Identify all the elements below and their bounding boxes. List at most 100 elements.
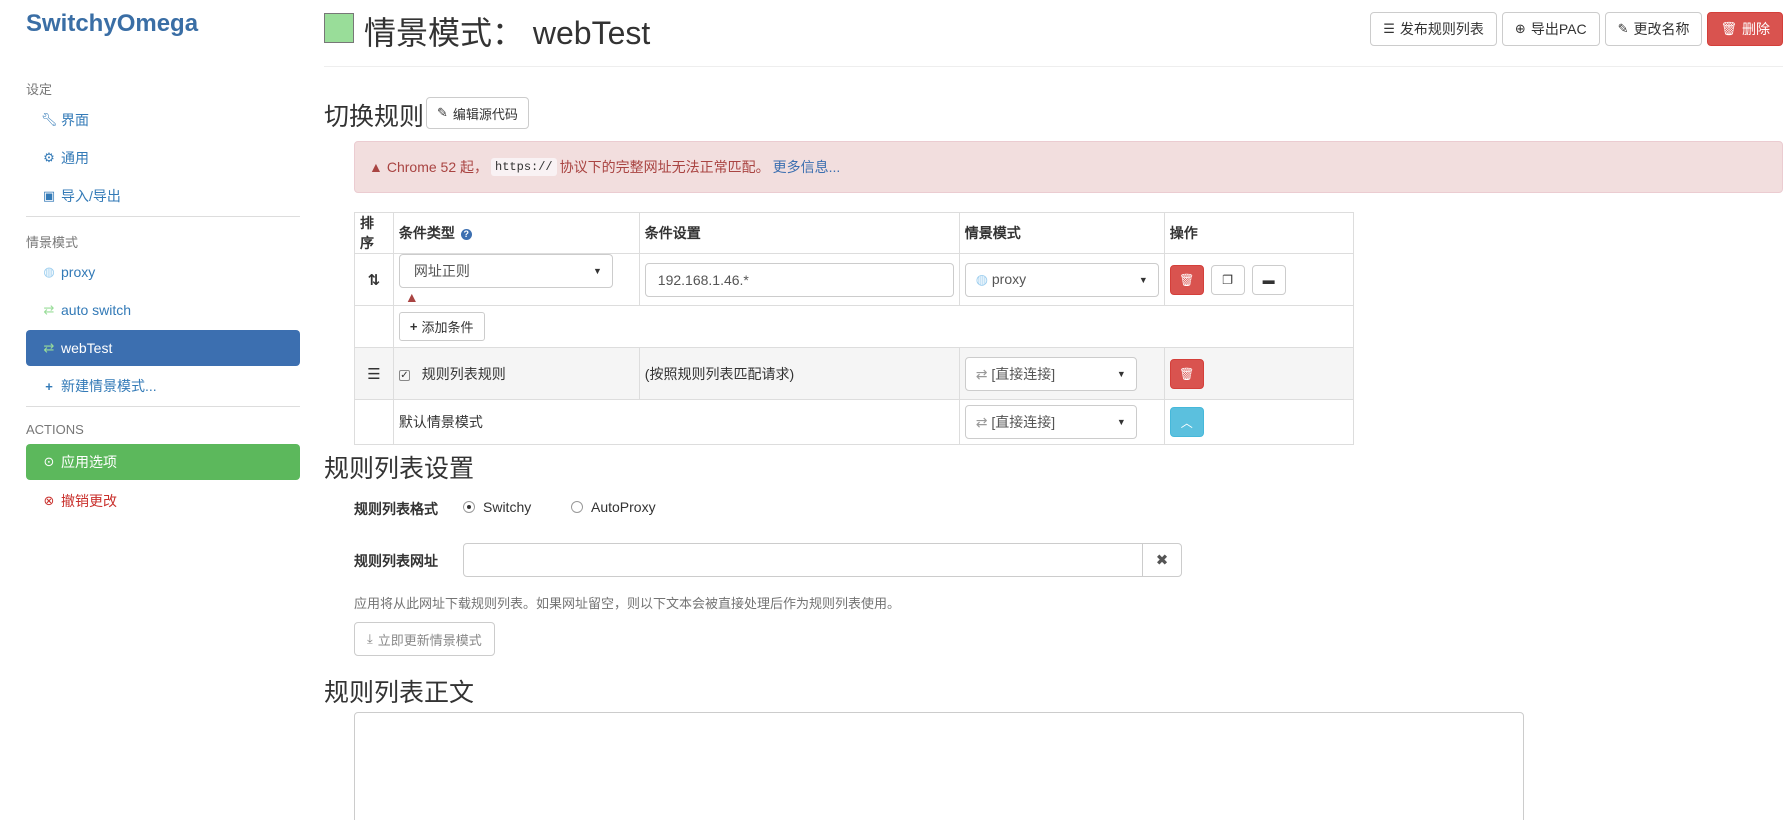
sidebar-item-proxy[interactable]: ◍ proxy [26,254,300,290]
edit-icon: ✎ [437,105,448,120]
delete-rule-button[interactable]: 🗑︎ [1169,264,1204,295]
add-condition-button[interactable]: + 添加条件 [398,312,485,342]
rule-list-help-text: 应用将从此网址下载规则列表。如果网址留空，则以下文本会被直接处理后作为规则列表使… [354,596,901,611]
edit-source-button[interactable]: ✎ 编辑源代码 [426,97,529,129]
default-profile-value: [直接连接] [991,414,1056,431]
sidebar-item-webtest[interactable]: ⇄ webTest [26,330,300,366]
default-profile-label: 默认情景模式 [392,399,960,446]
rule-list-profile-select[interactable]: ⇄ [直接连接] ▼ [964,356,1137,391]
warning-icon: ▲ [369,159,383,175]
switch-rules-heading: 切换规则 [324,103,425,131]
publish-label: 发布规则列表 [1399,21,1484,37]
table-row: 默认情景模式 ⇄ [直接连接] ▼ ︿ [354,399,1355,446]
wrench-icon: 🔧︎ [40,112,58,127]
sidebar-item-import-export[interactable]: ▣ 导入/导出 [26,178,300,214]
move-up-button[interactable]: ︿ [1169,407,1204,438]
rule-profile-value: proxy [991,271,1027,288]
rule-list-text-heading: 规则列表正文 [324,679,475,707]
format-radio-switchy[interactable]: Switchy [463,499,531,515]
publish-rule-list-button[interactable]: ☰ 发布规则列表 [1370,12,1497,46]
profile-color-swatch[interactable] [324,13,354,43]
rule-list-label: 规则列表规则 [421,365,506,382]
export-pac-label: 导出PAC [1530,21,1587,37]
chevron-up-icon: ︿ [1180,415,1193,430]
floppy-icon: ▣ [42,188,56,203]
switch-rules-table: 排序 条件类型 ? 条件设置 情景模式 操作 ⇅ 网址正则 ▼ ▲ 192.16… [354,212,1355,446]
settings-header: 设定 [26,82,53,97]
format-radio-autoproxy[interactable]: AutoProxy [571,499,656,515]
condition-type-select[interactable]: 网址正则 ▼ [398,254,613,288]
direct-connect-icon: ⇄ [975,365,988,382]
copy-icon: ❐ [1222,272,1234,287]
sidebar-item-interface[interactable]: 🔧︎ 界面 [26,102,300,138]
sidebar-item-general[interactable]: ⚙ 通用 [26,140,300,176]
rule-list-desc: (按照规则列表匹配请求) [638,347,960,401]
edit-icon: ✎ [1617,21,1629,36]
caret-down-icon: ▼ [1138,274,1148,285]
download-circle-icon: ⊕ [1514,21,1526,36]
plus-icon: + [409,319,418,335]
warning-icon: ▲ [404,289,419,306]
help-icon[interactable]: ? [460,228,472,240]
sidebar-item-label: 界面 [61,112,89,128]
comment-rule-button[interactable]: ▬ [1251,264,1286,295]
header-divider [324,66,1783,67]
delete-label: 删除 [1742,21,1770,37]
edit-source-label: 编辑源代码 [452,106,518,122]
condition-type-value: 网址正则 [413,263,470,279]
table-row: ☰ ✓ 规则列表规则 (按照规则列表匹配请求) ⇄ [直接连接] ▼ 🗑︎ [354,347,1355,401]
close-icon: ✖ [1155,552,1169,569]
clear-url-button[interactable]: ✖ [1142,543,1182,577]
sidebar-item-auto-switch[interactable]: ⇄ auto switch [26,292,300,328]
radio-unselected-icon [571,501,583,513]
trash-icon: 🗑︎ [1720,21,1737,36]
rule-profile-select[interactable]: ◍ proxy ▼ [964,262,1159,297]
rule-list-checkbox[interactable]: ✓ [398,369,410,381]
rule-list-settings-heading: 规则列表设置 [324,455,475,483]
rule-list-url-input[interactable] [463,543,1143,577]
clone-rule-button[interactable]: ❐ [1210,264,1245,295]
sidebar-item-new-profile[interactable]: + 新建情景模式... [26,368,300,404]
discard-label: 撤销更改 [61,493,117,509]
add-condition-label: 添加条件 [421,320,474,336]
check-circle-icon: ⊙ [43,454,55,469]
more-info-link[interactable]: 更多信息... [773,157,841,177]
rule-list-textarea[interactable] [354,712,1524,820]
sidebar-item-label: webTest [61,340,113,356]
condition-input[interactable]: 192.168.1.46.* [644,262,954,297]
https-warning-alert: ▲ Chrome 52 起， https:// 协议下的完整网址无法正常匹配。 … [354,141,1783,193]
col-actions: 操作 [1163,212,1355,254]
retweet-icon: ⇄ [43,340,55,355]
sort-handle-icon[interactable]: ⇅ [354,252,394,307]
default-profile-select[interactable]: ⇄ [直接连接] ▼ [964,405,1137,440]
table-header-row: 排序 条件类型 ? 条件设置 情景模式 操作 [354,212,1355,254]
sidebar-item-label: proxy [61,264,96,280]
alert-suffix: 协议下的完整网址无法正常匹配。 [559,159,770,175]
rule-list-format-label: 规则列表格式 [354,501,438,517]
trash-icon: 🗑︎ [1179,366,1195,381]
divider [26,216,300,217]
delete-profile-button[interactable]: 🗑︎ 删除 [1707,12,1783,46]
comment-icon: ▬ [1262,272,1275,287]
main-content: 情景模式： webTest ☰ 发布规则列表 ⊕ 导出PAC ✎ 更改名称 🗑︎… [324,0,1783,820]
sidebar: SwitchyOmega 设定 🔧︎ 界面 ⚙ 通用 ▣ 导入/导出 情景模式 … [0,0,300,820]
globe-icon: ◍ [975,271,988,288]
x-circle-icon: ⊗ [43,493,55,508]
app-brand[interactable]: SwitchyOmega [26,10,198,38]
alert-prefix: Chrome 52 起， [386,159,489,175]
rename-button[interactable]: ✎ 更改名称 [1604,12,1703,46]
export-pac-button[interactable]: ⊕ 导出PAC [1501,12,1600,46]
caret-down-icon: ▼ [1116,368,1126,379]
table-row: ⇅ 网址正则 ▼ ▲ 192.168.1.46.* ◍ proxy ▼ 🗑︎ ❐ [354,252,1355,307]
profiles-header: 情景模式 [26,235,79,250]
divider [26,406,300,407]
discard-changes-button[interactable]: ⊗ 撤销更改 [26,483,300,519]
col-condition-type-label: 条件类型 [398,225,455,241]
sidebar-item-label: 通用 [61,150,89,166]
plus-icon: + [45,378,53,394]
list-icon: ☰ [354,347,394,401]
delete-rule-list-button[interactable]: 🗑︎ [1169,358,1204,389]
col-sort: 排序 [354,212,394,254]
apply-options-button[interactable]: ⊙ 应用选项 [26,444,300,480]
update-profile-button[interactable]: ⤓ 立即更新情景模式 [354,622,495,656]
